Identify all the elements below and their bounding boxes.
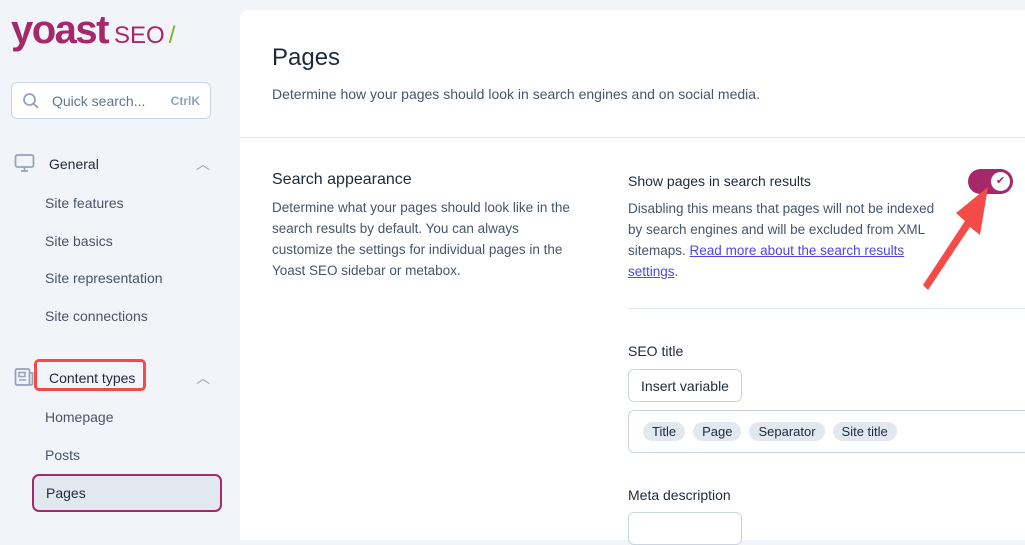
sidebar-item-pages[interactable]: Pages [32,474,222,512]
section-description: Determine what your pages should look li… [272,200,570,278]
toggle-description: Disabling this means that pages will not… [628,198,948,282]
variable-chip[interactable]: Separator [749,422,825,441]
sidebar-item-site-connections[interactable]: Site connections [45,308,148,324]
sidebar-item-homepage[interactable]: Homepage [45,409,114,425]
sidebar-item-site-basics[interactable]: Site basics [45,233,113,249]
sidebar-group-general[interactable]: General ︿ [14,153,210,174]
highlight-box [34,359,146,391]
meta-description-label: Meta description [628,487,731,503]
page-subtitle: Determine how your pages should look in … [272,86,760,102]
seo-title-label: SEO title [628,343,684,359]
variable-chip[interactable]: Page [693,422,742,441]
variable-chip[interactable]: Title [643,422,686,441]
divider [628,308,1025,309]
main-panel: Pages Determine how your pages should lo… [240,10,1025,545]
search-icon [23,92,39,109]
variable-chip[interactable]: Site title [832,422,897,441]
yoast-logo: yoast SEO / [11,8,175,53]
insert-variable-button[interactable] [628,512,742,545]
monitor-icon [14,154,35,172]
logo-product: SEO [114,22,165,49]
red-arrow-annotation [923,187,988,290]
general-label: General [49,155,99,172]
toggle-label: Show pages in search results [628,173,811,189]
search-shortcut: CtrlK [170,93,200,108]
sidebar-item-posts[interactable]: Posts [45,447,80,463]
divider [240,137,1025,138]
sidebar-item-site-representation[interactable]: Site representation [45,270,163,286]
chevron-up-icon: ︿ [196,155,210,172]
logo-slash: / [168,22,176,49]
page-title: Pages [272,44,341,71]
search-placeholder: Quick search... [52,92,146,109]
period: . [674,264,679,279]
logo-brand: yoast [11,8,110,52]
newspaper-icon [14,368,34,386]
section-title: Search appearance [272,171,412,188]
seo-title-input[interactable]: Title Page Separator Site title [628,410,1025,453]
chevron-up-icon: ︿ [196,369,210,386]
sidebar-item-site-features[interactable]: Site features [45,195,124,211]
quick-search-input[interactable]: Quick search... CtrlK [11,82,211,119]
insert-variable-button[interactable]: Insert variable [628,369,742,402]
